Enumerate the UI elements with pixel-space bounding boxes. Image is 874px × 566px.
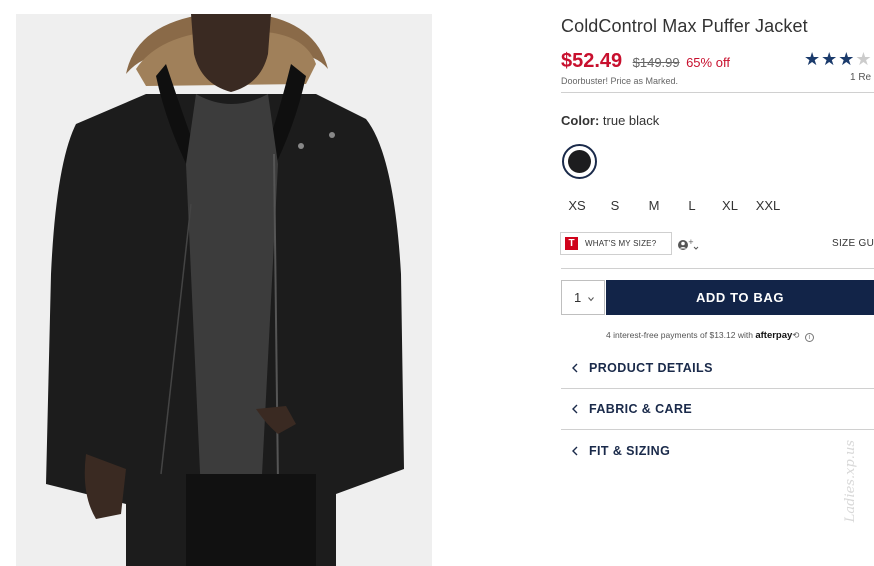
accordion-label: FIT & SIZING	[589, 444, 671, 458]
size-option[interactable]: XXL	[752, 198, 784, 213]
fit-profile-icon[interactable]: +	[677, 238, 701, 252]
afterpay-note: 4 interest-free payments of $13.12 with …	[606, 330, 814, 342]
review-count-link[interactable]: 1 Re	[850, 72, 871, 83]
chevron-left-icon	[572, 363, 578, 373]
sale-price: $52.49	[561, 50, 623, 72]
size-option[interactable]: M	[638, 198, 670, 213]
discount-label: 65% off	[686, 55, 730, 70]
divider	[561, 92, 874, 93]
svg-text:+: +	[688, 238, 694, 246]
afterpay-text: 4 interest-free payments of $13.12 with	[606, 330, 753, 340]
accordion-product-details[interactable]: PRODUCT DETAILS	[561, 349, 874, 388]
afterpay-logo: afterpay	[755, 330, 793, 341]
size-option[interactable]: XS	[561, 198, 593, 213]
color-value: true black	[602, 113, 660, 128]
product-title: ColdControl Max Puffer Jacket	[561, 16, 808, 36]
watermark-text: Ladies.xp.us	[843, 440, 858, 523]
price-row: $52.49 $149.99 65% off	[561, 50, 730, 73]
afterpay-arrows-icon: ⟲	[792, 330, 800, 340]
doorbuster-note: Doorbuster! Price as Marked.	[561, 76, 679, 86]
chevron-down-icon	[588, 297, 594, 302]
size-selector: XS S M L XL XXL	[561, 198, 801, 216]
divider	[561, 388, 874, 389]
color-swatch-true-black[interactable]	[562, 144, 597, 179]
whats-my-size-button[interactable]: T WHAT'S MY SIZE?	[560, 232, 672, 255]
original-price: $149.99	[632, 55, 680, 70]
watermark: Ladies.xp.us	[843, 440, 873, 560]
add-to-bag-button[interactable]: ADD TO BAG	[606, 280, 874, 315]
chevron-left-icon	[572, 404, 578, 414]
color-label: Color:	[561, 113, 600, 128]
star-icon: ★	[838, 49, 856, 69]
product-image[interactable]	[16, 14, 432, 566]
info-icon[interactable]: i	[804, 333, 814, 342]
quantity-select[interactable]: 1	[561, 280, 605, 315]
star-icon: ★	[804, 49, 822, 69]
color-label-row: Color: true black	[561, 113, 659, 128]
rating-stars[interactable]: ★★★★	[804, 49, 873, 70]
accordion-label: PRODUCT DETAILS	[589, 361, 713, 375]
whats-my-size-label: WHAT'S MY SIZE?	[585, 239, 657, 248]
accordion-fabric-care[interactable]: FABRIC & CARE	[561, 390, 874, 429]
star-empty-icon: ★	[855, 49, 873, 69]
truefit-logo-icon: T	[565, 237, 578, 250]
chevron-left-icon	[572, 446, 578, 456]
star-icon: ★	[821, 49, 839, 69]
divider	[561, 429, 874, 430]
size-option[interactable]: L	[676, 198, 708, 213]
size-option[interactable]: S	[599, 198, 631, 213]
size-option[interactable]: XL	[714, 198, 746, 213]
accordion-fit-sizing[interactable]: FIT & SIZING	[561, 432, 874, 471]
divider	[561, 268, 874, 269]
size-guide-link[interactable]: SIZE GU	[832, 238, 874, 249]
accordion-label: FABRIC & CARE	[589, 402, 693, 416]
